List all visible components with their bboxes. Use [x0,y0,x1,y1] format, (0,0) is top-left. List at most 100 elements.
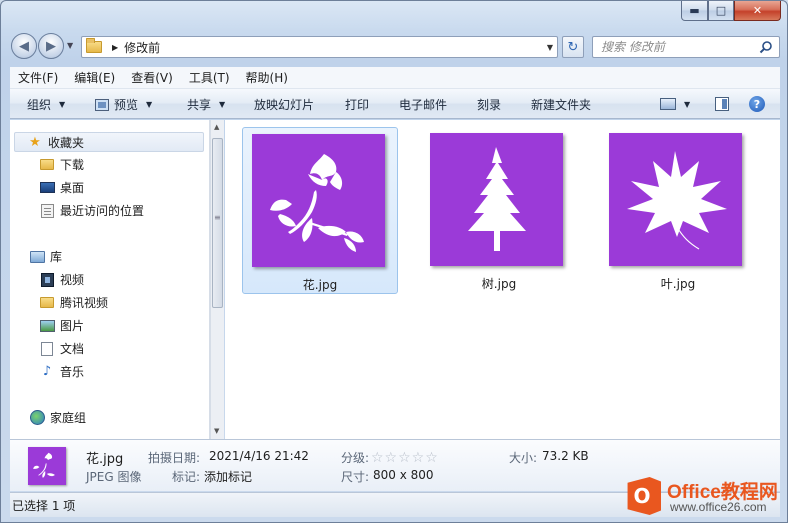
preview-label: 预览 [114,98,139,112]
downloads-folder-icon [39,157,55,173]
file-name: 花.jpg [302,278,338,292]
details-filename: 花.jpg [86,452,124,467]
minimize-button[interactable]: ▬ [681,1,708,21]
tags-value[interactable]: 添加标记 [204,468,252,485]
scroll-down-icon[interactable]: ▼ [214,427,219,435]
star-icon: ★ [29,134,41,150]
preview-pane-button[interactable] [715,97,729,111]
forward-button[interactable]: ▶ [38,33,64,59]
new-folder-button[interactable]: 新建文件夹 [531,96,591,113]
menu-tools[interactable]: 工具(T) [189,69,230,86]
office-logo-icon: O [627,477,661,515]
chevron-down-icon: ▼ [59,100,66,109]
scrollbar-thumb[interactable] [212,138,223,308]
file-tile[interactable]: 花.jpg [242,127,398,294]
selected-file-thumbnail [28,447,66,485]
search-icon[interactable] [759,40,773,54]
nav-recent-places[interactable]: 最近访问的位置 [39,202,144,219]
nav-label: 图片 [60,319,85,333]
slideshow-button[interactable]: 放映幻灯片 [254,96,314,113]
menu-help[interactable]: 帮助(H) [246,69,288,86]
nav-favorites[interactable]: ★ 收藏夹 [14,132,204,152]
chevron-down-icon: ▼ [219,100,226,109]
nav-label: 下载 [60,158,85,172]
burn-button[interactable]: 刻录 [477,96,501,113]
breadcrumb-arrow-icon[interactable]: ▶ [112,43,118,52]
maple-leaf-silhouette-icon [627,151,727,250]
address-row: ◀ ▶ ▼ ▶ 修改前 ▼ ↻ [1,31,787,63]
caption-buttons: ▬ □ ✕ [681,1,781,21]
file-name: 叶.jpg [660,277,696,291]
navigation-pane: ★ 收藏夹 下载 桌面 最近访问的位置 库 视频 腾讯视频 图片 文档 ♪ 音乐… [10,120,210,439]
command-bar: 组织 ▼ 预览 ▼ 共享 ▼ 放映幻灯片 打印 电子邮件 刻录 新建文件夹 ▼ … [10,89,780,119]
menu-file[interactable]: 文件(F) [18,69,58,86]
nav-scrollbar[interactable]: ▲ ≡ ▼ [210,120,224,439]
nav-homegroup[interactable]: 家庭组 [29,409,86,426]
nav-label: 收藏夹 [48,135,85,150]
file-tile[interactable]: 树.jpg [421,127,577,294]
organize-button[interactable]: 组织 ▼ [27,96,65,113]
rating-stars[interactable]: ☆☆☆☆☆ [371,450,439,466]
view-icon [660,98,676,110]
nav-label: 文档 [60,342,85,356]
flower-thumbnail [252,134,385,267]
breadcrumb-folder[interactable]: 修改前 [124,39,160,56]
address-dropdown-icon[interactable]: ▼ [547,43,553,52]
grip-icon: ≡ [214,213,221,222]
file-tile[interactable]: 叶.jpg [600,127,756,294]
nav-downloads[interactable]: 下载 [39,156,84,173]
nav-label: 桌面 [60,181,85,195]
tree-thumbnail [430,133,563,266]
nav-desktop[interactable]: 桌面 [39,179,84,196]
rating-label: 分级: [341,451,370,465]
document-icon [39,341,55,357]
back-button[interactable]: ◀ [11,33,37,59]
dimensions-label: 尺寸: [341,470,370,484]
share-label: 共享 [187,98,212,112]
nav-videos[interactable]: 视频 [39,271,84,288]
recent-pages-dropdown[interactable]: ▼ [67,41,73,50]
tags-label: 标记: [172,470,201,484]
nav-tencent-video[interactable]: 腾讯视频 [39,294,108,311]
help-button[interactable]: ? [749,96,765,112]
tree-silhouette-icon [468,147,526,251]
email-button[interactable]: 电子邮件 [399,96,447,113]
nav-libraries[interactable]: 库 [29,248,62,265]
pictures-icon [39,318,55,334]
scroll-up-icon[interactable]: ▲ [214,123,219,131]
view-options-button[interactable]: ▼ [660,98,690,110]
search-input[interactable] [601,40,751,54]
flower-silhouette-icon [33,452,55,478]
size-value: 73.2 KB [542,449,589,463]
homegroup-icon [29,410,45,426]
date-taken-value[interactable]: 2021/4/16 21:42 [209,449,309,463]
menu-view[interactable]: 查看(V) [131,69,173,86]
nav-label: 家庭组 [50,411,87,425]
refresh-button[interactable]: ↻ [562,36,584,58]
nav-documents[interactable]: 文档 [39,340,84,357]
search-box[interactable] [592,36,780,58]
preview-button[interactable]: 预览 ▼ [95,96,152,113]
recent-places-icon [39,203,55,219]
music-note-icon: ♪ [42,364,52,379]
nav-label: 库 [50,250,63,264]
close-button[interactable]: ✕ [734,1,781,21]
menu-bar: 文件(F) 编辑(E) 查看(V) 工具(T) 帮助(H) [10,67,780,89]
nav-music[interactable]: ♪ 音乐 [39,363,84,380]
address-bar[interactable]: ▶ 修改前 ▼ [81,36,558,58]
nav-label: 最近访问的位置 [60,204,145,218]
status-text: 已选择 1 项 [12,498,76,513]
leaf-thumbnail [609,133,742,266]
maximize-button[interactable]: □ [708,1,734,21]
watermark: O Office教程网 www.office26.com [623,473,785,517]
print-button[interactable]: 打印 [345,96,369,113]
help-icon: ? [749,96,765,112]
share-button[interactable]: 共享 ▼ [187,96,225,113]
desktop-icon [39,180,55,196]
nav-pictures[interactable]: 图片 [39,317,84,334]
menu-edit[interactable]: 编辑(E) [74,69,115,86]
folder-icon [86,38,102,53]
folder-icon [39,295,55,311]
preview-icon [95,98,109,111]
file-view: 花.jpg 树.jpg 叶.jpg [225,120,780,439]
